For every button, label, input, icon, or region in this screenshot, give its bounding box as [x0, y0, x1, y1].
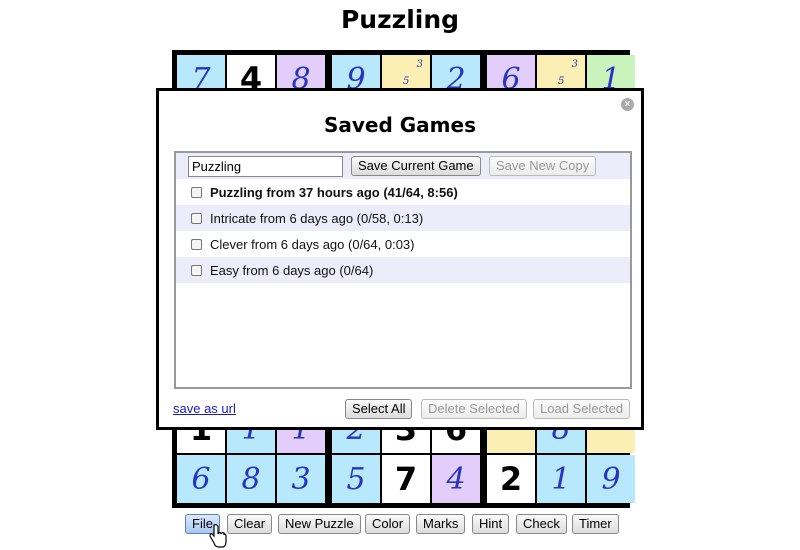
saved-game-item[interactable]: Clever from 6 days ago (0/64, 0:03)	[176, 231, 630, 257]
saved-game-item[interactable]: Easy from 6 days ago (0/64)	[176, 257, 630, 283]
save-current-game-button[interactable]: Save Current Game	[351, 156, 481, 176]
entered-digit: 3	[291, 461, 311, 497]
given-digit: 7	[394, 460, 418, 498]
pencil-mark: 3	[571, 59, 578, 70]
saved-game-checkbox[interactable]	[191, 186, 202, 198]
save-row: Save Current Game Save New Copy	[176, 153, 630, 179]
board-cell[interactable]: 5	[332, 455, 380, 503]
entered-digit: 1	[551, 461, 571, 497]
saved-games-dialog: × Saved Games Save Current Game Save New…	[156, 88, 644, 430]
saved-game-label: Easy from 6 days ago (0/64)	[210, 262, 374, 278]
page-title: Puzzling	[340, 5, 460, 34]
saved-game-label: Clever from 6 days ago (0/64, 0:03)	[210, 236, 415, 252]
dialog-title: Saved Games	[323, 113, 476, 137]
given-digit: 2	[499, 460, 523, 498]
timer-button[interactable]: Timer	[572, 514, 619, 534]
game-name-input[interactable]	[188, 156, 343, 177]
pencil-mark: 3	[416, 59, 423, 70]
board-cell[interactable]: 3	[277, 455, 325, 503]
board-cell[interactable]: 4	[432, 455, 480, 503]
save-new-copy-button[interactable]: Save New Copy	[489, 156, 597, 176]
close-icon[interactable]: ×	[621, 98, 634, 111]
select-all-button[interactable]: Select All	[345, 399, 413, 419]
saved-game-checkbox[interactable]	[191, 212, 202, 224]
entered-digit: 4	[446, 461, 466, 497]
saved-game-label: Intricate from 6 days ago (0/58, 0:13)	[210, 210, 424, 226]
entered-digit: 6	[191, 461, 211, 497]
entered-digit: 9	[601, 461, 621, 497]
delete-selected-button[interactable]: Delete Selected	[421, 399, 527, 419]
entered-digit: 8	[241, 461, 261, 497]
load-selected-button[interactable]: Load Selected	[533, 399, 631, 419]
hint-button[interactable]: Hint	[472, 514, 510, 534]
board-cell[interactable]: 2	[487, 455, 535, 503]
saved-game-item[interactable]: Puzzling from 37 hours ago (41/64, 8:56)	[176, 179, 630, 205]
saved-game-checkbox[interactable]	[191, 238, 202, 250]
pencil-mark: 5	[558, 76, 565, 87]
saved-games-list: Save Current Game Save New Copy Puzzling…	[174, 151, 632, 389]
marks-button[interactable]: Marks	[416, 514, 466, 534]
new-puzzle-button[interactable]: New Puzzle	[278, 514, 361, 534]
board-cell[interactable]: 9	[587, 455, 635, 503]
clear-button[interactable]: Clear	[227, 514, 273, 534]
board-row-ninth: 683574219	[177, 455, 635, 503]
entered-digit: 5	[346, 461, 366, 497]
hand-pointer-cursor-icon	[209, 524, 227, 548]
board-cell[interactable]: 7	[382, 455, 430, 503]
board-cell[interactable]: 1	[537, 455, 585, 503]
board-cell[interactable]: 8	[227, 455, 275, 503]
saved-game-item[interactable]: Intricate from 6 days ago (0/58, 0:13)	[176, 205, 630, 231]
saved-game-label: Puzzling from 37 hours ago (41/64, 8:56)	[210, 184, 458, 200]
game-toolbar: File Clear New Puzzle Color Marks Hint C…	[0, 514, 800, 534]
board-cell[interactable]: 6	[177, 455, 225, 503]
color-button[interactable]: Color	[365, 514, 411, 534]
save-as-url-link[interactable]: save as url	[173, 401, 236, 416]
check-button[interactable]: Check	[516, 514, 567, 534]
saved-game-checkbox[interactable]	[191, 264, 202, 276]
pencil-mark: 5	[403, 76, 410, 87]
